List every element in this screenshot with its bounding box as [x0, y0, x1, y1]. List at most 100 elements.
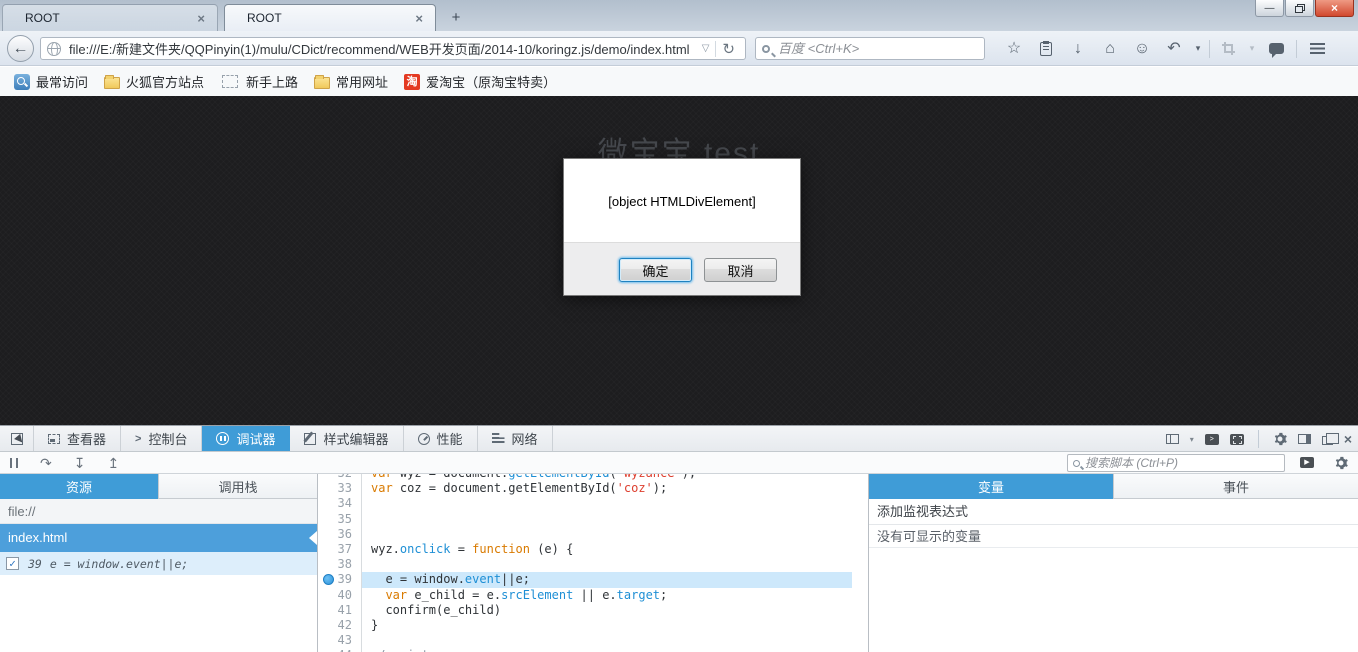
close-window-button[interactable]: ×	[1315, 0, 1354, 17]
split-console-icon[interactable]	[1165, 434, 1179, 444]
step-in-icon[interactable]: ↧	[74, 455, 86, 472]
bookmarks-menu-icon[interactable]	[1040, 40, 1052, 56]
devtools-tab-label: 性能	[436, 432, 463, 447]
url-bar[interactable]: file:///E:/新建文件夹/QQPinyin(1)/mulu/CDict/…	[40, 37, 746, 60]
code-line[interactable]: 38	[318, 557, 852, 573]
cancel-button[interactable]: 取消	[704, 258, 777, 282]
line-number[interactable]: 43	[318, 633, 362, 649]
code-line[interactable]: 37 wyz.onclick = function (e) {	[318, 541, 852, 558]
debugger-settings-icon[interactable]	[1334, 456, 1348, 470]
back-button[interactable]: ←	[7, 35, 34, 62]
bookmark-item[interactable]: 淘爱淘宝（原淘宝特卖）	[396, 71, 564, 93]
url-dropdown-icon[interactable]: ▽	[696, 43, 716, 54]
line-number[interactable]: 36	[318, 526, 362, 542]
bookmark-item[interactable]: 常用网址	[306, 71, 396, 93]
minimize-button[interactable]: —	[1255, 0, 1284, 17]
close-devtools-icon[interactable]: ×	[1344, 431, 1352, 447]
tab-events[interactable]: 事件	[1113, 474, 1358, 499]
breakpoint-dot-icon[interactable]	[323, 574, 334, 586]
bookmark-item[interactable]: 新手上路	[212, 71, 306, 93]
code-line[interactable]: 41 confirm(e_child)	[318, 602, 852, 618]
downloads-icon[interactable]: ↓	[1062, 31, 1094, 66]
code-line[interactable]: 39 e = window.event||e;	[318, 572, 852, 588]
bookmark-item[interactable]: 火狐官方站点	[96, 71, 212, 93]
bookmark-star-icon[interactable]: ☆	[998, 31, 1030, 66]
source-group[interactable]: file://	[0, 499, 317, 524]
chat-bubble-icon[interactable]	[1269, 43, 1284, 58]
step-out-icon[interactable]: ↥	[107, 455, 119, 472]
line-number[interactable]: 41	[318, 602, 362, 618]
code-line[interactable]: 35	[318, 511, 852, 527]
split-dropdown-icon[interactable]: ▾	[1190, 435, 1194, 444]
pause-icon[interactable]	[10, 458, 18, 468]
feedback-smiley-icon[interactable]: ☺	[1126, 31, 1158, 66]
script-search-bar[interactable]	[1067, 454, 1285, 472]
search-input[interactable]	[778, 41, 978, 56]
close-tab-icon[interactable]: ×	[413, 11, 425, 26]
line-number[interactable]: 38	[318, 557, 362, 573]
responsive-mode-icon[interactable]	[1229, 433, 1244, 445]
performance-icon	[417, 432, 430, 445]
line-number[interactable]: 40	[318, 587, 362, 603]
home-icon[interactable]: ⌂	[1094, 31, 1126, 66]
code-line[interactable]: 40 var e_child = e.srcElement || e.targe…	[318, 587, 852, 603]
source-file-selected[interactable]: index.html	[0, 524, 317, 552]
code-line[interactable]: 44</script>	[318, 648, 852, 652]
url-text[interactable]: file:///E:/新建文件夹/QQPinyin(1)/mulu/CDict/…	[69, 39, 696, 58]
tab-variables[interactable]: 变量	[869, 474, 1113, 499]
browser-tab-2[interactable]: ROOT ×	[224, 4, 436, 31]
devtools-tab-console[interactable]: > 控制台	[121, 426, 203, 451]
breakpoint-checkbox[interactable]: ✓	[6, 557, 19, 570]
new-tab-button[interactable]: +	[443, 8, 469, 28]
devtools-tab-debugger[interactable]: 调试器	[202, 426, 291, 451]
pick-element-button[interactable]	[0, 426, 34, 451]
devtools-tab-label: 样式编辑器	[323, 432, 389, 447]
menu-hamburger-icon[interactable]	[1310, 43, 1325, 54]
bookmark-item[interactable]: 最常访问	[6, 71, 96, 93]
undo-dropdown-icon[interactable]: ▾	[1190, 31, 1206, 66]
line-number[interactable]: 34	[318, 496, 362, 512]
script-search-input[interactable]	[1085, 456, 1279, 470]
code-line[interactable]: 42}	[318, 617, 852, 634]
search-bar[interactable]	[755, 37, 985, 60]
step-over-icon[interactable]: ↷	[40, 455, 52, 472]
settings-gear-icon[interactable]	[1273, 432, 1287, 446]
line-number[interactable]: 44	[318, 648, 362, 652]
toggle-panes-icon[interactable]: ▶	[1300, 457, 1314, 468]
code-line[interactable]: 36	[318, 526, 852, 542]
devtools-tab-inspector[interactable]: 查看器	[34, 426, 122, 451]
devtools-tab-style[interactable]: 样式编辑器	[290, 426, 404, 451]
line-number[interactable]: 35	[318, 511, 362, 527]
line-number[interactable]: 33	[318, 481, 362, 497]
toggle-sidebar-icon[interactable]	[1297, 434, 1311, 444]
restore-button[interactable]	[1285, 0, 1314, 17]
reload-button[interactable]: ↻	[716, 40, 741, 58]
bookmark-label: 新手上路	[246, 75, 299, 90]
variables-panel-tabs: 变量 事件	[869, 474, 1358, 499]
devtools-tab-performance[interactable]: 性能	[404, 426, 478, 451]
undo-icon[interactable]: ↶	[1158, 31, 1190, 66]
undock-devtools-icon[interactable]	[1321, 433, 1339, 445]
code-line[interactable]: 33 var coz = document.getElementById('coz…	[318, 481, 852, 497]
browser-tab-1[interactable]: ROOT ×	[2, 4, 218, 31]
source-editor[interactable]: 32var wyz = document.getElementById('wyz…	[318, 474, 852, 652]
scratchpad-icon[interactable]: >	[1204, 433, 1219, 445]
line-number[interactable]: 37	[318, 541, 362, 558]
code-line[interactable]: 34	[318, 496, 852, 512]
devtools-tab-network[interactable]: 网络	[478, 426, 553, 451]
breakpoint-row[interactable]: ✓ 39 e = window.event||e;	[0, 552, 317, 575]
close-tab-icon[interactable]: ×	[195, 11, 207, 26]
line-number[interactable]: 42	[318, 617, 362, 634]
line-number[interactable]: 32	[318, 474, 362, 482]
tab-sources[interactable]: 资源	[0, 474, 158, 499]
code-line[interactable]: 43	[318, 633, 852, 649]
line-number[interactable]: 39	[318, 572, 362, 588]
toolbar-icons: ☆ ↓ ⌂ ☺ ↶ ▾ ▾	[998, 31, 1335, 66]
code-text: e = window.event||e;	[362, 572, 852, 588]
add-watch-expression[interactable]: 添加监视表达式	[869, 499, 1358, 525]
devtools-tab-label: 调试器	[236, 432, 276, 447]
folder-icon	[314, 75, 331, 89]
code-line[interactable]: 32var wyz = document.getElementById('wyz…	[318, 474, 852, 482]
tab-callstack[interactable]: 调用栈	[158, 474, 317, 499]
ok-button[interactable]: 确定	[619, 258, 692, 282]
